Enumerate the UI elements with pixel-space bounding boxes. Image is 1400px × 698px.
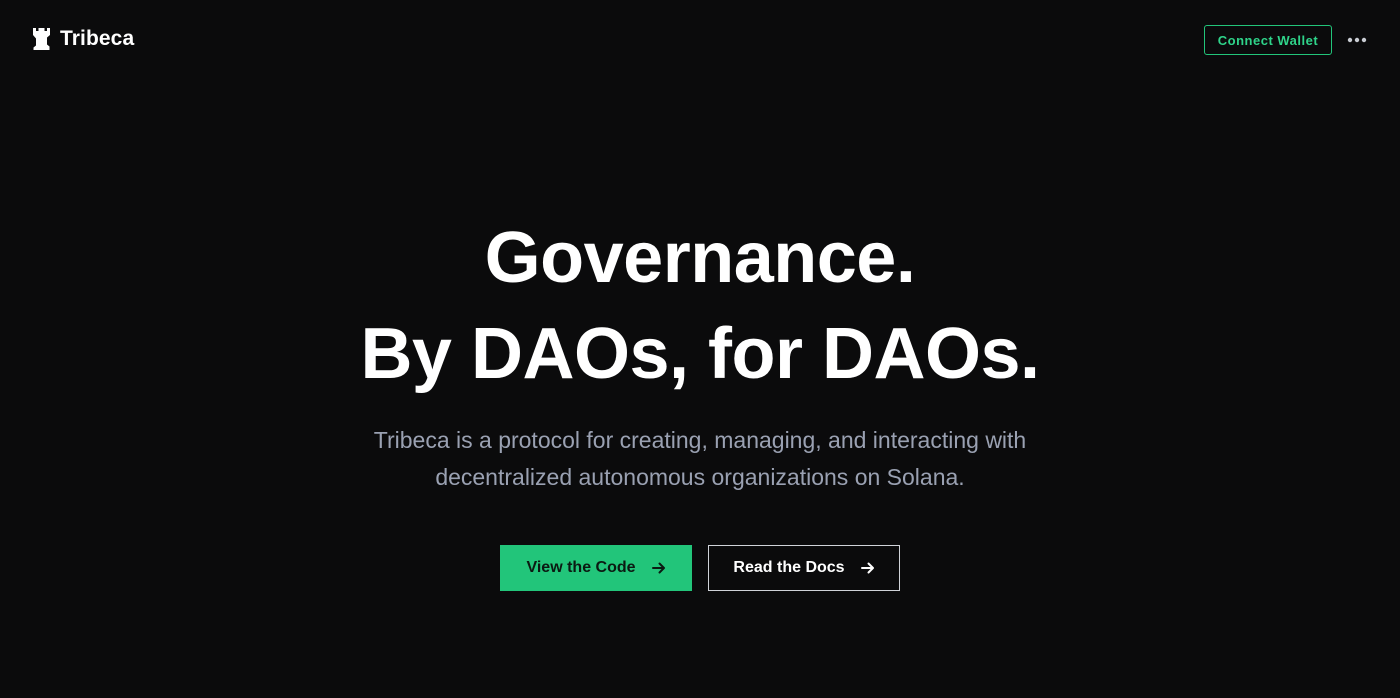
headline-line-1: Governance. bbox=[484, 218, 916, 298]
read-docs-label: Read the Docs bbox=[733, 559, 845, 576]
view-code-label: View the Code bbox=[526, 559, 636, 576]
more-menu-button[interactable] bbox=[1344, 30, 1370, 50]
read-docs-button[interactable]: Read the Docs bbox=[708, 545, 900, 591]
view-code-button[interactable]: View the Code bbox=[500, 545, 692, 591]
arrow-right-icon bbox=[651, 562, 665, 574]
arrow-right-icon bbox=[860, 562, 874, 574]
connect-wallet-button[interactable]: Connect Wallet bbox=[1204, 25, 1332, 55]
brand-logo-link[interactable]: Tribeca bbox=[32, 27, 134, 51]
hero-headline: Governance. By DAOs, for DAOs. bbox=[0, 210, 1400, 402]
brand-name: Tribeca bbox=[60, 27, 135, 50]
headline-line-2: By DAOs, for DAOs. bbox=[360, 314, 1040, 394]
more-horizontal-icon bbox=[1347, 37, 1367, 43]
site-header: Tribeca Connect Wallet bbox=[0, 0, 1400, 80]
rook-icon bbox=[33, 28, 50, 50]
hero-subtitle: Tribeca is a protocol for creating, mana… bbox=[320, 422, 1080, 496]
cta-row: View the Code Read the Docs bbox=[0, 545, 1400, 591]
hero-section: Governance. By DAOs, for DAOs. Tribeca i… bbox=[0, 210, 1400, 591]
subtitle-line-2: decentralized autonomous organizations o… bbox=[435, 464, 965, 490]
subtitle-line-1: Tribeca is a protocol for creating, mana… bbox=[373, 427, 1027, 453]
